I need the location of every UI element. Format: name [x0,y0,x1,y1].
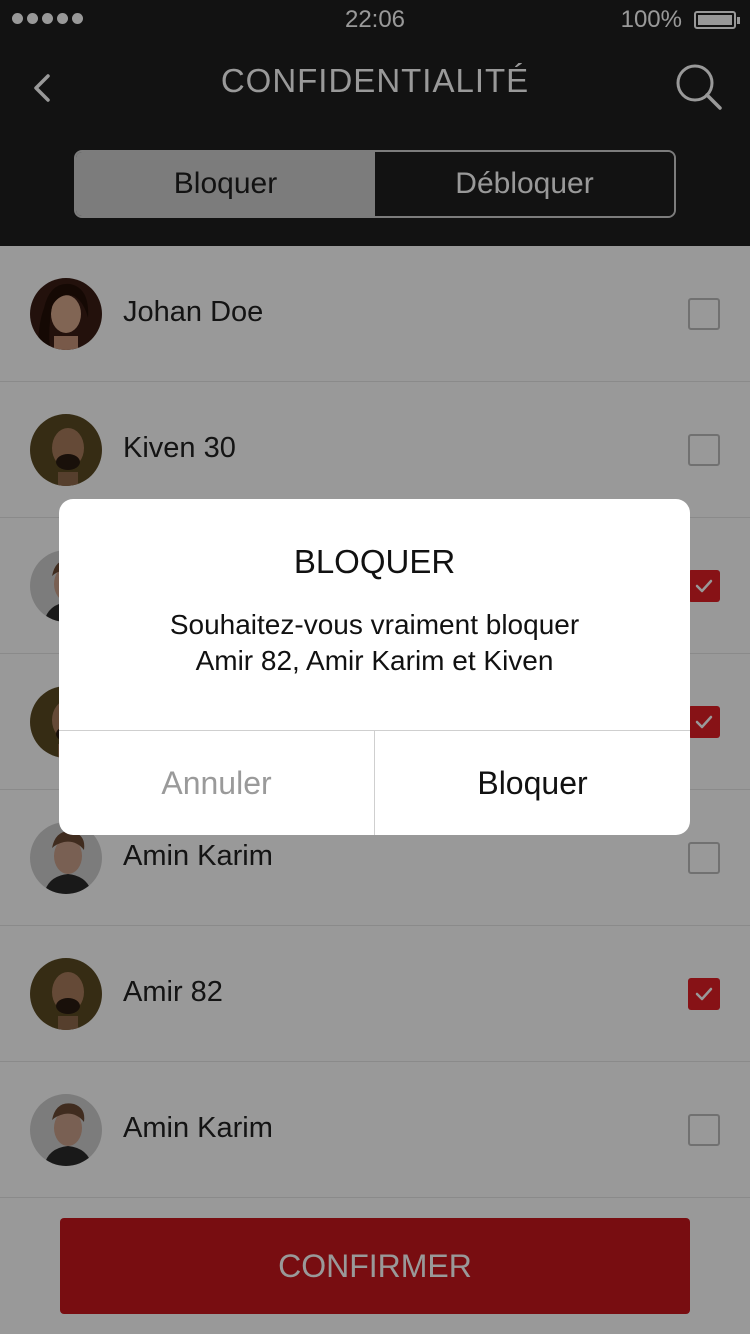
dialog-message: Souhaitez-vous vraiment bloquer Amir 82,… [99,607,650,679]
dialog-title: BLOQUER [293,543,456,580]
block-button[interactable]: Bloquer [375,731,690,835]
dialog-actions: Annuler Bloquer [59,731,690,835]
block-confirmation-dialog: BLOQUER Souhaitez-vous vraiment bloquer … [59,499,690,835]
dialog-message-line-1: Souhaitez-vous vraiment bloquer [169,609,580,640]
cancel-button[interactable]: Annuler [59,731,375,835]
dialog-message-line-2: Amir 82, Amir Karim et Kiven [195,645,554,676]
